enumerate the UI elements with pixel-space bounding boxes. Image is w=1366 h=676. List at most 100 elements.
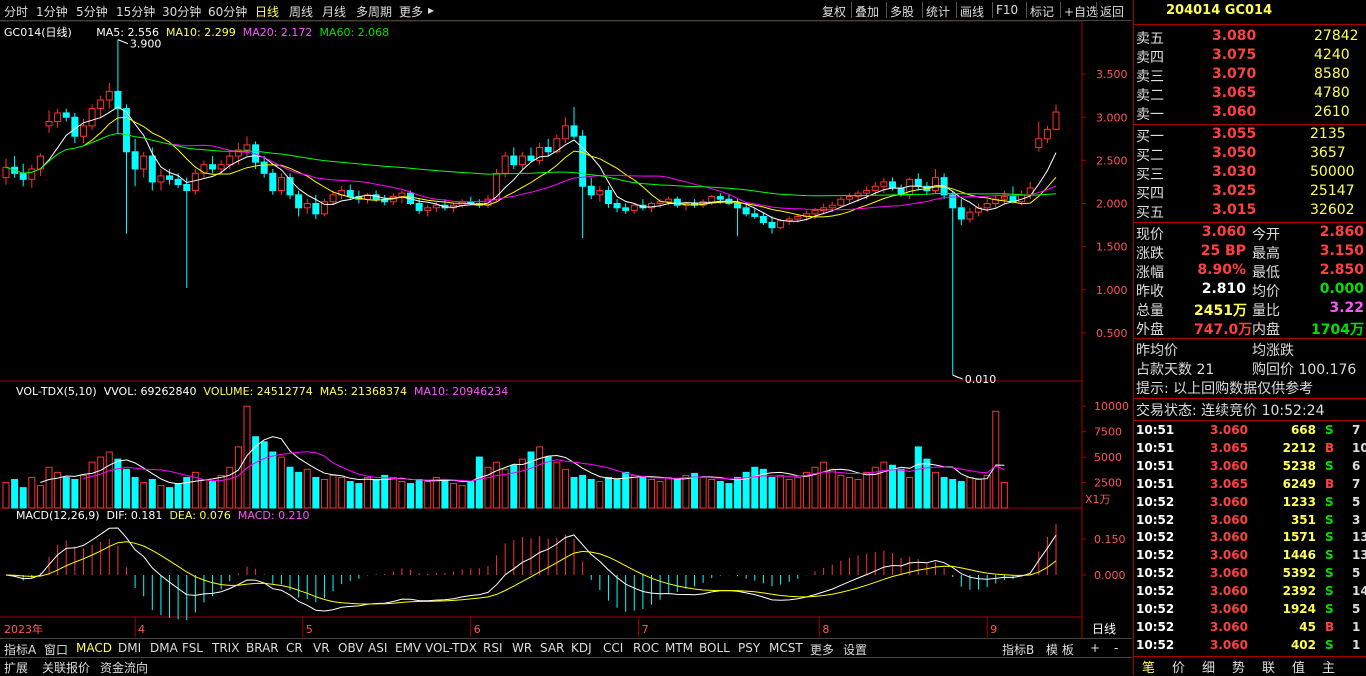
indicator-tab-8[interactable]: CR (286, 641, 303, 655)
indicator-tab-14[interactable]: RSI (483, 641, 503, 655)
more-arrow-icon[interactable]: ▸ (428, 3, 434, 17)
indicator-right-2[interactable]: + (1090, 641, 1100, 655)
volume-bar (260, 441, 268, 509)
period-3[interactable]: 15分钟 (116, 3, 155, 20)
tick-price: 3.060 (1210, 494, 1248, 509)
bid-row[interactable]: 买四 3.025 25147 (1134, 183, 1366, 202)
tool-5[interactable]: F10 (996, 3, 1018, 17)
tick-count: 6 (1352, 458, 1361, 473)
status-row: 交易状态: 连续竞价 10:52:24 (1134, 400, 1366, 419)
indicator-tab-18[interactable]: CCI (603, 641, 623, 655)
indicator-tab-19[interactable]: ROC (633, 641, 659, 655)
indicator-tab-25[interactable]: 设置 (843, 641, 867, 658)
volume-tick: 5000 (1094, 451, 1122, 464)
indicator-right-0[interactable]: 指标B (1002, 641, 1034, 658)
volume-bar (647, 478, 655, 509)
indicator-tab-5[interactable]: FSL (182, 641, 203, 655)
indicator-tab-9[interactable]: VR (313, 641, 330, 655)
indicator-tab-21[interactable]: BOLL (699, 641, 730, 655)
indicator-tab-0[interactable]: 指标A (4, 641, 36, 658)
indicator-tab-16[interactable]: SAR (540, 641, 564, 655)
indicator-tab-1[interactable]: 窗口 (44, 641, 68, 658)
ask-row[interactable]: 卖二 3.065 4780 (1134, 85, 1366, 104)
bid-row[interactable]: 买一 3.055 2135 (1134, 126, 1366, 145)
period-5[interactable]: 60分钟 (208, 3, 247, 20)
bottom-tab-0[interactable]: 扩展 (4, 659, 28, 676)
indicator-right-3[interactable]: - (1114, 641, 1118, 655)
tool-0[interactable]: 复权 (822, 3, 846, 20)
ask-row[interactable]: 卖五 3.080 27842 (1134, 28, 1366, 47)
volume-bar (105, 451, 113, 509)
period-10[interactable]: 更多 (399, 3, 423, 20)
book-divider (1134, 124, 1366, 125)
quote-tab-3[interactable]: 势 (1232, 657, 1245, 676)
tick-row: 10:52 3.060 1446 S 13 (1134, 547, 1366, 565)
indicator-tab-24[interactable]: 更多 (810, 641, 834, 658)
tool-6[interactable]: 标记 (1030, 3, 1054, 20)
main-legend: GC014(日线) MA5: 2.556 MA10: 2.299 MA20: 2… (4, 24, 389, 40)
indicator-tab-12[interactable]: EMV (395, 641, 421, 655)
volume-bar (36, 485, 44, 509)
ask-row[interactable]: 卖四 3.075 4240 (1134, 47, 1366, 66)
tool-3[interactable]: 统计 (926, 3, 950, 20)
period-1[interactable]: 1分钟 (36, 3, 68, 20)
indicator-tab-4[interactable]: DMA (150, 641, 178, 655)
bid-row[interactable]: 买五 3.015 32602 (1134, 202, 1366, 221)
quote-tab-1[interactable]: 价 (1172, 657, 1185, 676)
tool-1[interactable]: 叠加 (855, 3, 879, 20)
indicator-tab-13[interactable]: VOL-TDX (425, 641, 477, 655)
indicator-tab-6[interactable]: TRIX (212, 641, 239, 655)
period-8[interactable]: 月线 (322, 3, 346, 20)
indicator-tab-3[interactable]: DMI (118, 641, 141, 655)
bottom-tab-1[interactable]: 关联报价 (42, 659, 90, 676)
volume-bar (252, 436, 260, 509)
volume-bar (768, 476, 776, 509)
period-2[interactable]: 5分钟 (76, 3, 108, 20)
tool-7[interactable]: +自选 (1064, 3, 1098, 20)
period-6[interactable]: 日线 (255, 3, 279, 20)
indicator-tab-23[interactable]: MCST (769, 641, 803, 655)
tool-4[interactable]: 画线 (960, 3, 984, 20)
tick-volume: 1924 (1282, 602, 1316, 616)
tool-8[interactable]: 返回 (1100, 3, 1124, 20)
volume-bar (691, 472, 699, 509)
tick-count: 7 (1352, 476, 1361, 491)
indicator-tab-15[interactable]: WR (512, 641, 532, 655)
bid-row[interactable]: 买二 3.050 3657 (1134, 145, 1366, 164)
quote-tab-0[interactable]: 笔 (1142, 657, 1155, 676)
indicator-tab-11[interactable]: ASI (368, 641, 387, 655)
ask-price: 3.065 (1212, 85, 1257, 101)
ask-label: 卖三 (1136, 69, 1164, 85)
volume-unit: X1万 (1085, 493, 1111, 506)
indicator-right-1[interactable]: 模 板 (1046, 641, 1074, 658)
volume-bar (854, 478, 862, 509)
tool-2[interactable]: 多股 (890, 3, 914, 20)
indicator-tab-20[interactable]: MTM (665, 641, 693, 655)
quote-tab-5[interactable]: 值 (1292, 657, 1305, 676)
ask-row[interactable]: 卖三 3.070 8580 (1134, 66, 1366, 85)
period-7[interactable]: 周线 (289, 3, 313, 20)
quote-tab-6[interactable]: 主 (1322, 657, 1335, 676)
volume-value: VOLUME: 24512774 (203, 385, 313, 398)
tool-separator (886, 2, 887, 18)
period-9[interactable]: 多周期 (356, 3, 392, 20)
quote-tab-4[interactable]: 联 (1262, 657, 1275, 676)
indicator-tab-22[interactable]: PSY (738, 641, 760, 655)
tool-separator (956, 2, 957, 18)
bottom-tab-2[interactable]: 资金流向 (100, 659, 148, 676)
repo-label: 购回价 100.176 (1252, 362, 1357, 378)
indicator-tab-7[interactable]: BRAR (246, 641, 279, 655)
tick-direction: B (1325, 619, 1335, 634)
indicator-tab-17[interactable]: KDJ (571, 641, 592, 655)
indicator-tab-10[interactable]: OBV (338, 641, 364, 655)
ask-row[interactable]: 卖一 3.060 2610 (1134, 104, 1366, 123)
chart-area[interactable]: 3.5003.0002.5002.0001.5001.0000.5003.900… (0, 21, 1132, 638)
period-4[interactable]: 30分钟 (162, 3, 201, 20)
tick-time: 10:51 (1136, 476, 1175, 491)
indicator-tab-2[interactable]: MACD (76, 641, 112, 655)
volume-bar (863, 471, 871, 509)
bid-row[interactable]: 买三 3.030 50000 (1134, 164, 1366, 183)
quote-tab-2[interactable]: 细 (1202, 657, 1215, 676)
tick-volume: 1571 (1282, 530, 1316, 545)
period-0[interactable]: 分时 (4, 3, 28, 20)
